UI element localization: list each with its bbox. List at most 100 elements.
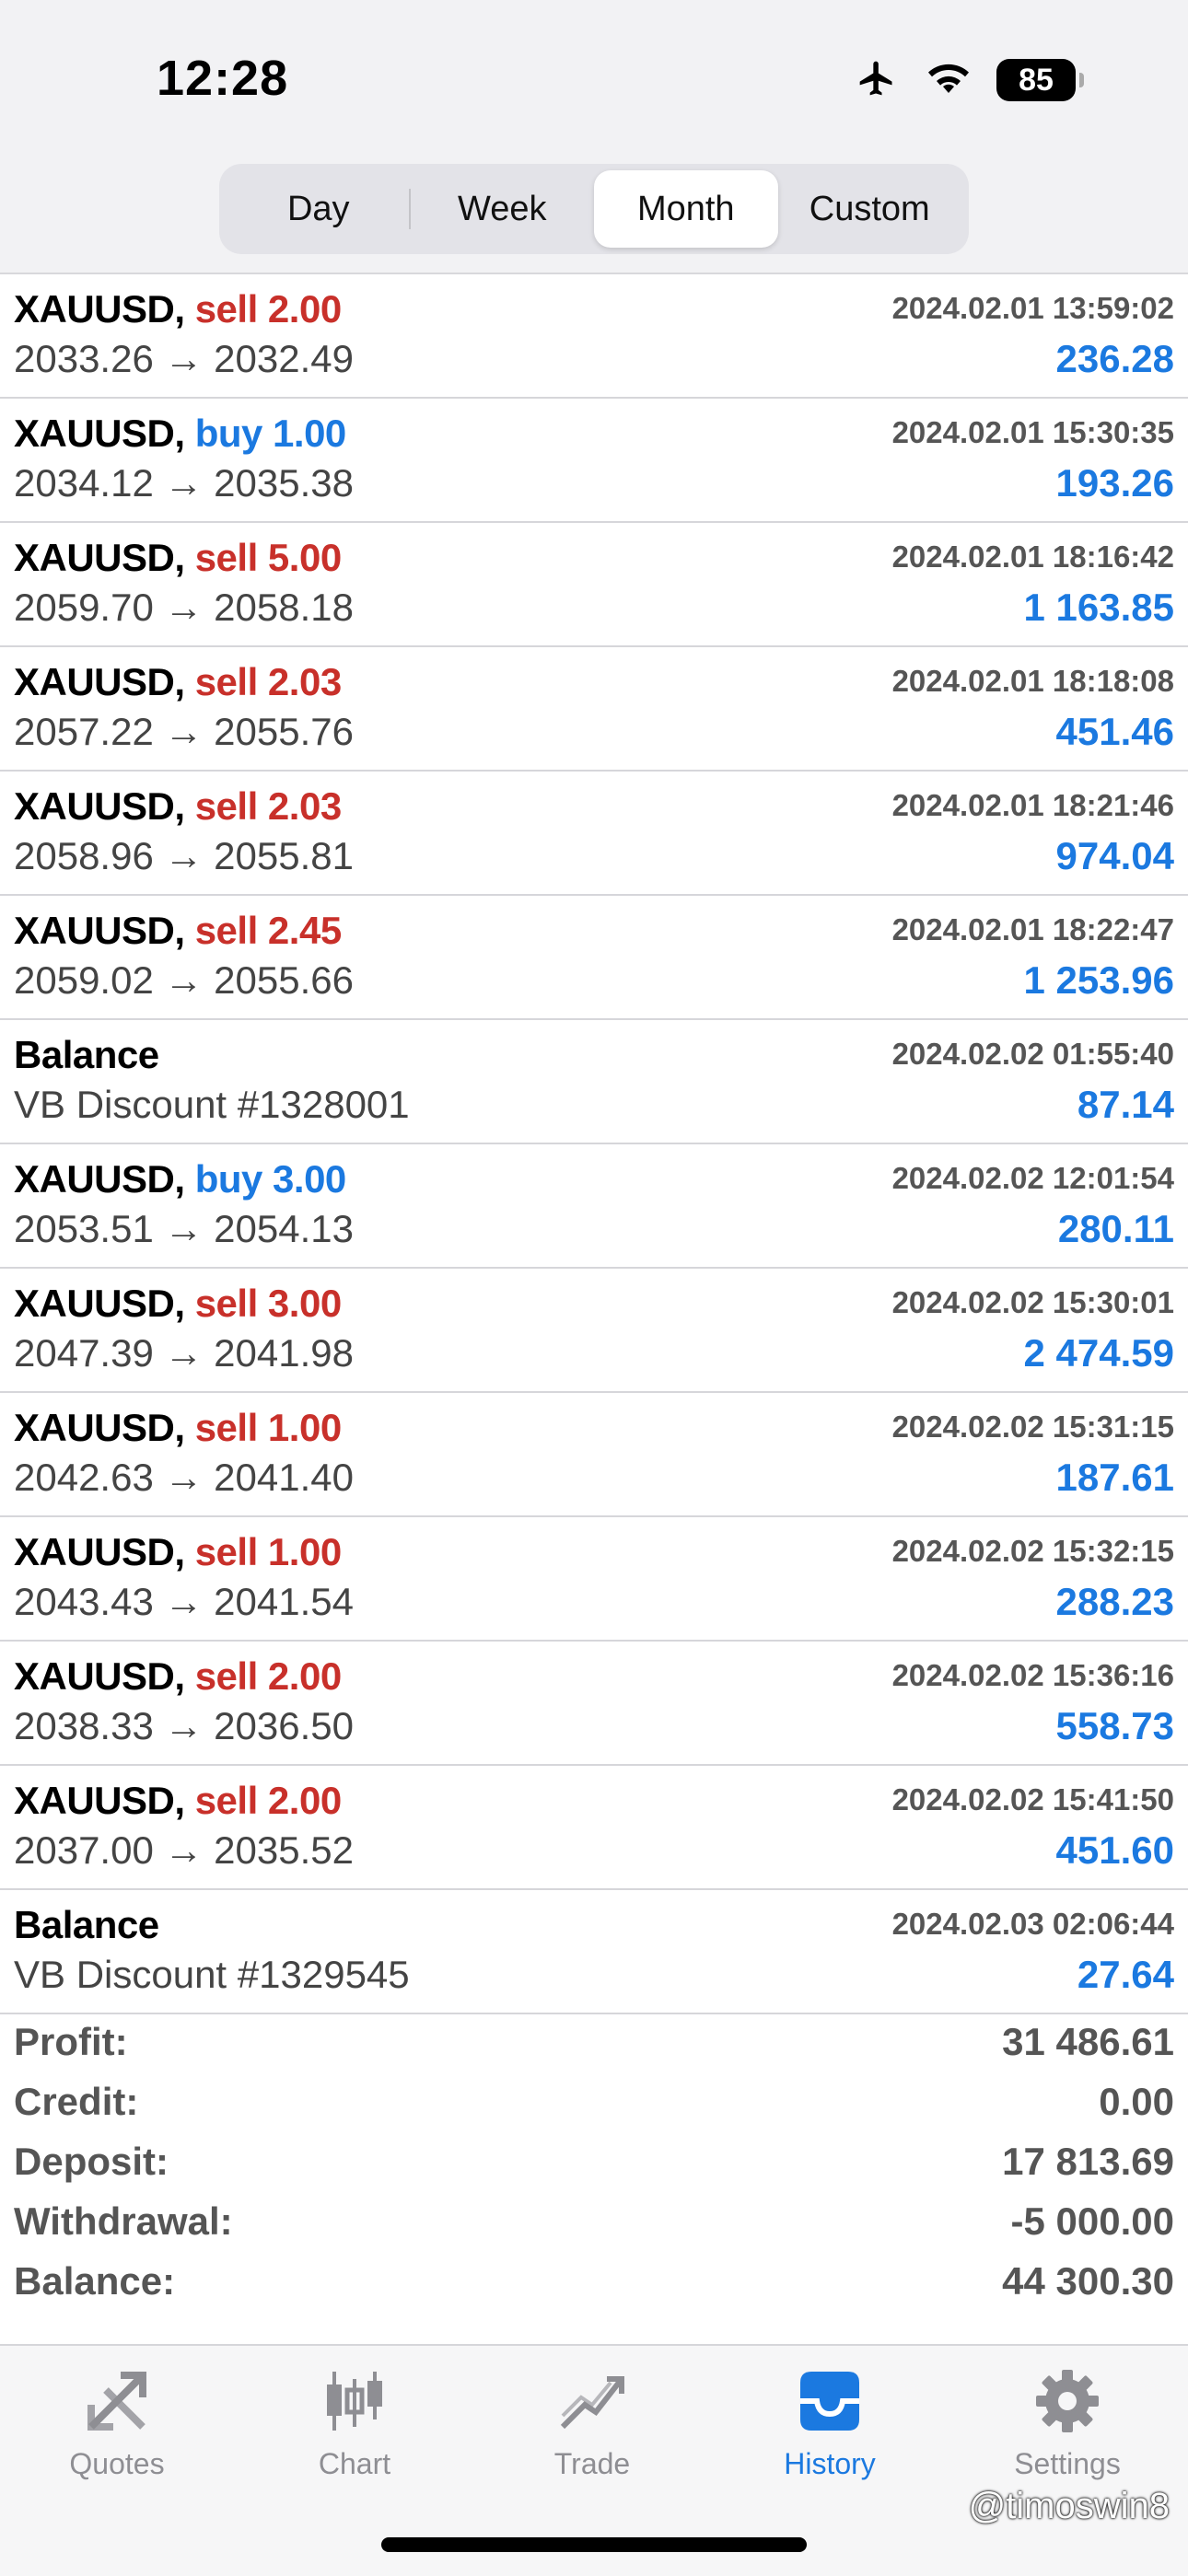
- tab-label: Chart: [318, 2447, 391, 2480]
- deal-side: buy 3.00: [194, 1157, 347, 1201]
- deal-datetime: 2024.02.01 15:30:35: [891, 415, 1174, 449]
- summary-label: Profit:: [14, 2020, 128, 2063]
- deal-symbol-line: XAUUSD, sell 3.00: [14, 1282, 342, 1326]
- summary-label: Deposit:: [14, 2140, 169, 2183]
- deal-symbol-line: XAUUSD, sell 5.00: [14, 536, 342, 580]
- deal-row[interactable]: XAUUSD, sell 1.00 2024.02.02 15:31:15 2042…: [0, 1393, 1188, 1517]
- deal-profit: 193.26: [1055, 461, 1174, 505]
- segment-week[interactable]: Week: [411, 170, 595, 248]
- deal-side: sell 1.00: [194, 1406, 342, 1449]
- deal-profit: 1 253.96: [1023, 958, 1175, 1002]
- segment-day[interactable]: Day: [227, 170, 411, 248]
- deal-side: sell 2.03: [194, 660, 342, 703]
- deal-prices: 2047.39 → 2041.98: [14, 1331, 354, 1375]
- deal-profit: 558.73: [1055, 1704, 1174, 1747]
- summary-row: Deposit: 17 813.69: [0, 2132, 1188, 2192]
- deal-row[interactable]: XAUUSD, sell 2.00 2024.02.01 13:59:02 2033…: [0, 274, 1188, 399]
- segment-month[interactable]: Month: [594, 170, 778, 248]
- status-time: 12:28: [157, 51, 289, 106]
- chart-icon: [262, 2364, 447, 2438]
- deal-profit: 2 474.59: [1023, 1331, 1175, 1375]
- deal-side: buy 1.00: [194, 412, 347, 455]
- summary-row: Balance: 44 300.30: [0, 2252, 1188, 2312]
- deal-row[interactable]: Balance 2024.02.02 01:55:40 VB Discount #1…: [0, 1020, 1188, 1144]
- deal-symbol-line: XAUUSD, sell 1.00: [14, 1406, 342, 1450]
- deal-row[interactable]: XAUUSD, buy 3.00 2024.02.02 12:01:54 2053.…: [0, 1144, 1188, 1269]
- tab-label: Trade: [553, 2447, 631, 2480]
- summary-value: 44 300.30: [1002, 2259, 1174, 2303]
- tab-label: Settings: [1014, 2447, 1121, 2480]
- period-segmented-control: Day Week Month Custom: [219, 164, 969, 254]
- deal-datetime: 2024.02.02 15:32:15: [891, 1534, 1174, 1568]
- battery-level: 85: [1019, 63, 1054, 98]
- deal-symbol: XAUUSD,: [14, 1654, 185, 1698]
- tab-history[interactable]: History: [738, 2364, 922, 2481]
- deal-profit: 280.11: [1057, 1207, 1174, 1250]
- deal-row[interactable]: XAUUSD, sell 5.00 2024.02.01 18:16:42 2059…: [0, 523, 1188, 647]
- segment-custom[interactable]: Custom: [778, 170, 962, 248]
- summary-value: 0.00: [1099, 2080, 1174, 2123]
- deal-row[interactable]: Balance 2024.02.03 02:06:44 VB Discount #1…: [0, 1890, 1188, 2014]
- deal-symbol-line: XAUUSD, sell 2.45: [14, 909, 342, 953]
- deal-profit: 288.23: [1055, 1580, 1174, 1623]
- summary-label: Credit:: [14, 2080, 139, 2123]
- deal-symbol-line: Balance: [14, 1033, 159, 1077]
- deal-profit: 187.61: [1055, 1456, 1174, 1499]
- summary-row: Credit: 0.00: [0, 2072, 1188, 2132]
- deal-side: sell 2.00: [194, 287, 342, 331]
- tab-chart[interactable]: Chart: [262, 2364, 447, 2481]
- battery-icon: 85: [996, 59, 1084, 101]
- summary-value: -5 000.00: [1010, 2199, 1174, 2243]
- deal-symbol: XAUUSD,: [14, 784, 185, 828]
- summary-label: Withdrawal:: [14, 2199, 233, 2243]
- deal-datetime: 2024.02.02 15:31:15: [891, 1410, 1174, 1444]
- trade-icon: [500, 2364, 684, 2438]
- deal-prices: 2038.33 → 2036.50: [14, 1704, 354, 1747]
- home-indicator[interactable]: [381, 2537, 807, 2552]
- deal-row[interactable]: XAUUSD, sell 2.00 2024.02.02 15:41:50 2037…: [0, 1766, 1188, 1890]
- wifi-icon: [925, 60, 973, 101]
- summary-row: Withdrawal: -5 000.00: [0, 2192, 1188, 2252]
- deal-row[interactable]: XAUUSD, sell 2.03 2024.02.01 18:21:46 2058…: [0, 772, 1188, 896]
- deal-side: sell 5.00: [194, 536, 342, 579]
- deal-datetime: 2024.02.03 02:06:44: [891, 1907, 1174, 1941]
- deal-row[interactable]: XAUUSD, sell 3.00 2024.02.02 15:30:01 2047…: [0, 1269, 1188, 1393]
- quotes-icon: [25, 2364, 209, 2438]
- history-icon: [738, 2364, 922, 2438]
- settings-icon: [975, 2364, 1159, 2438]
- deal-prices: VB Discount #1329545: [14, 1953, 410, 1996]
- deal-row[interactable]: XAUUSD, sell 1.00 2024.02.02 15:32:15 2043…: [0, 1517, 1188, 1642]
- deal-symbol: XAUUSD,: [14, 1779, 185, 1822]
- deal-symbol: XAUUSD,: [14, 909, 185, 952]
- tab-settings[interactable]: Settings: [975, 2364, 1159, 2481]
- deal-symbol: XAUUSD,: [14, 412, 185, 455]
- deal-row[interactable]: XAUUSD, sell 2.03 2024.02.01 18:18:08 2057…: [0, 647, 1188, 772]
- deal-symbol: XAUUSD,: [14, 1157, 185, 1201]
- deal-symbol-line: XAUUSD, sell 2.03: [14, 784, 342, 829]
- deal-prices: 2058.96 → 2055.81: [14, 834, 354, 877]
- summary-row: Profit: 31 486.61: [0, 2013, 1188, 2072]
- deal-row[interactable]: XAUUSD, sell 2.45 2024.02.01 18:22:47 2059…: [0, 896, 1188, 1020]
- deal-datetime: 2024.02.02 15:36:16: [891, 1658, 1174, 1692]
- deal-side: sell 2.00: [194, 1779, 342, 1822]
- tab-quotes[interactable]: Quotes: [25, 2364, 209, 2481]
- deal-prices: 2037.00 → 2035.52: [14, 1828, 354, 1872]
- deal-symbol-line: Balance: [14, 1903, 159, 1947]
- deal-profit: 451.46: [1055, 710, 1174, 753]
- deal-prices: 2059.02 → 2055.66: [14, 958, 354, 1002]
- summary-value: 17 813.69: [1002, 2140, 1174, 2183]
- deal-side: sell 1.00: [194, 1530, 342, 1573]
- deal-row[interactable]: XAUUSD, sell 2.00 2024.02.02 15:36:16 2038…: [0, 1642, 1188, 1766]
- tab-trade[interactable]: Trade: [500, 2364, 684, 2481]
- deal-prices: 2034.12 → 2035.38: [14, 461, 354, 505]
- deal-profit: 974.04: [1055, 834, 1174, 877]
- deal-side: sell 2.03: [194, 784, 342, 828]
- summary-label: Balance:: [14, 2259, 176, 2303]
- deal-prices: 2053.51 → 2054.13: [14, 1207, 354, 1250]
- deal-profit: 87.14: [1077, 1083, 1174, 1126]
- deal-symbol: Balance: [14, 1033, 159, 1076]
- summary-value: 31 486.61: [1002, 2020, 1174, 2063]
- deal-datetime: 2024.02.02 15:41:50: [891, 1782, 1174, 1816]
- deal-row[interactable]: XAUUSD, buy 1.00 2024.02.01 15:30:35 2034.…: [0, 399, 1188, 523]
- deal-prices: 2059.70 → 2058.18: [14, 586, 354, 629]
